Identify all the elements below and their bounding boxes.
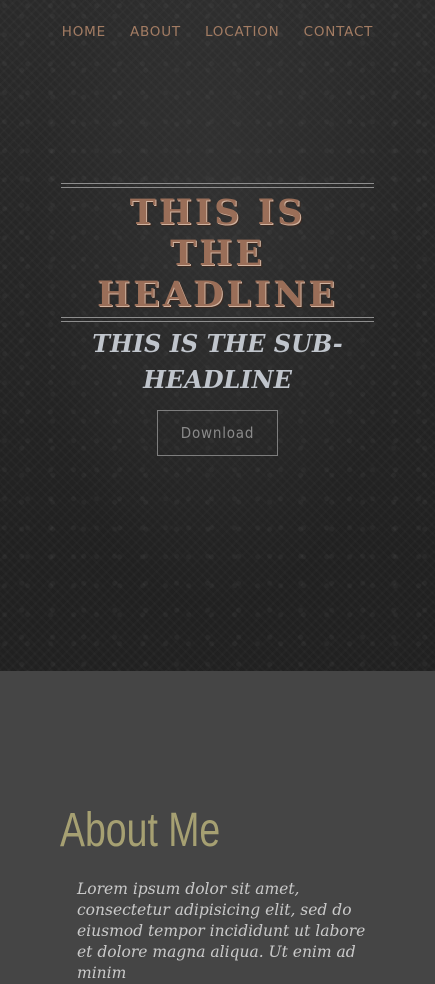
nav-about-link[interactable]: ABOUT — [130, 24, 181, 40]
hero-section: HOME ABOUT LOCATION CONTACT THIS IS THE … — [0, 0, 435, 671]
headline: THIS IS THE HEADLINE — [61, 192, 374, 315]
nav-location-link[interactable]: LOCATION — [205, 24, 280, 40]
headline-line-1: THIS IS — [129, 192, 306, 233]
headline-block: THIS IS THE HEADLINE — [61, 183, 374, 322]
headline-line-2: THE — [170, 233, 265, 274]
nav-home-link[interactable]: HOME — [62, 24, 106, 40]
subheadline-line-2: HEADLINE — [143, 365, 292, 394]
headline-bottom-rule — [61, 317, 374, 322]
subheadline-line-1: THIS IS THE SUB- — [92, 329, 343, 358]
headline-line-3: HEADLINE — [97, 274, 338, 315]
main-nav: HOME ABOUT LOCATION CONTACT — [0, 24, 435, 40]
about-text: Lorem ipsum dolor sit amet, consectetur … — [77, 880, 366, 982]
download-button[interactable]: Download — [157, 410, 278, 456]
subheadline: THIS IS THE SUB- HEADLINE — [40, 326, 395, 398]
about-title: About Me — [60, 804, 221, 857]
headline-top-rule — [61, 183, 374, 188]
nav-contact-link[interactable]: CONTACT — [304, 24, 374, 40]
